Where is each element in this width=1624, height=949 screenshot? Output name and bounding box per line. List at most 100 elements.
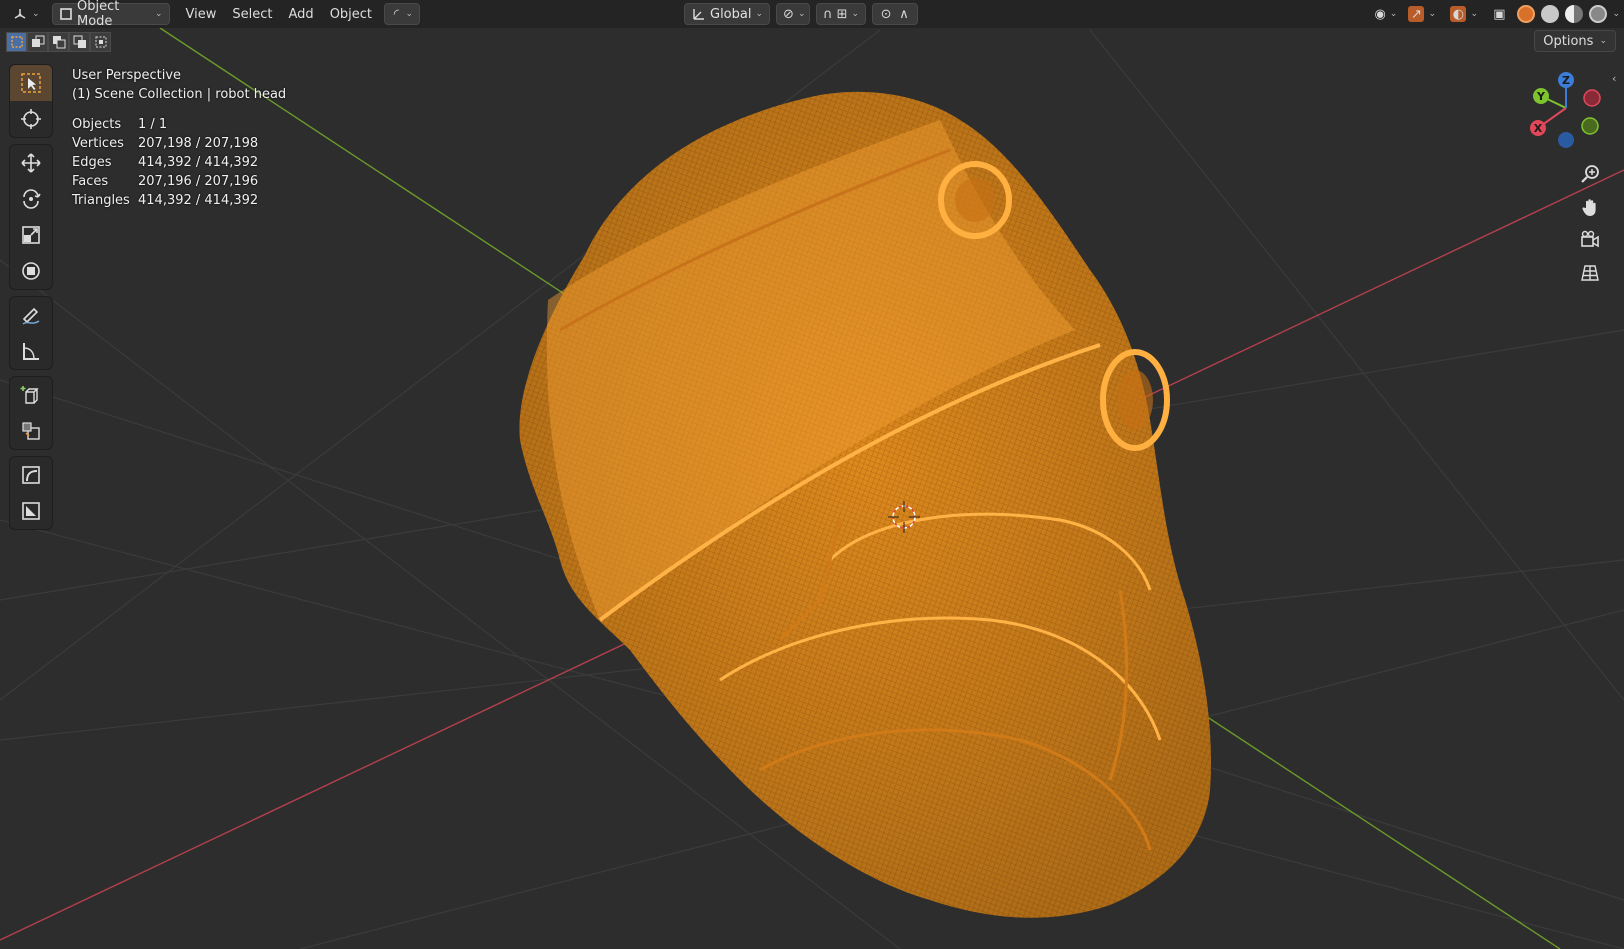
add-object-icon [22, 422, 40, 440]
add-object-tool[interactable] [10, 413, 52, 449]
stat-value: 207,198 / 207,198 [138, 136, 259, 151]
chevron-down-icon: ⌄ [1389, 9, 1398, 19]
snap-increment-icon[interactable]: ⊞ [837, 6, 848, 22]
selection-mode-group [6, 31, 111, 53]
pivot-point-selector[interactable]: ⊘ ⌄ [776, 3, 811, 25]
transform-tool[interactable] [10, 253, 52, 289]
chevron-down-icon: ⌄ [1428, 9, 1436, 19]
perspective-toggle-button[interactable] [1576, 259, 1604, 287]
tool-group-select [9, 64, 53, 138]
rendered-shading-icon[interactable] [1589, 5, 1608, 23]
mode-selector[interactable]: Object Mode ⌄ [51, 0, 170, 29]
neg-x-axis-ball[interactable] [1583, 89, 1601, 107]
collection-line: (1) Scene Collection | robot head [72, 87, 287, 102]
transform-icon [22, 262, 40, 280]
navigation-gizmo[interactable]: Y Z X [1526, 68, 1606, 148]
3d-viewport[interactable]: ⌄ Object Mode ⌄ View Select Add Object ◜… [0, 0, 1624, 949]
view3d-icon [12, 6, 28, 22]
select-box-icon [21, 73, 41, 93]
curve-icon: ◜ [393, 6, 399, 22]
y-axis-label: Y [1536, 90, 1546, 103]
annotate-tool[interactable] [10, 297, 52, 333]
visibility-menu[interactable]: ◉ ⌄ [1368, 3, 1402, 25]
select-intersect-mode[interactable] [90, 32, 111, 52]
menu-add[interactable]: Add [281, 3, 322, 25]
zoom-button[interactable] [1576, 160, 1604, 188]
menu-object[interactable]: Object [322, 3, 380, 25]
move-icon [21, 153, 41, 173]
snap-magnet-icon[interactable]: ∩ [823, 6, 833, 22]
select-new-mode[interactable] [6, 32, 27, 52]
gizmo-toggle[interactable]: ↗ ⌄ [1402, 3, 1444, 25]
material-shading-icon[interactable] [1565, 5, 1584, 23]
stat-label: Vertices [72, 136, 124, 151]
camera-view-button[interactable] [1576, 226, 1604, 254]
options-dropdown[interactable]: Options ⌄ [1534, 30, 1616, 52]
cursor-icon [21, 109, 41, 129]
falloff-curve-icon[interactable]: ∧ [897, 6, 911, 22]
menu-select[interactable]: Select [224, 3, 280, 25]
chevron-down-icon: ⌄ [155, 9, 163, 19]
solid-shading-icon[interactable] [1541, 5, 1560, 23]
transform-orientation-selector[interactable]: Global ⌄ [684, 3, 771, 25]
select-box-tool[interactable] [10, 65, 52, 101]
wireframe-shading-icon[interactable] [1517, 5, 1536, 23]
chevron-down-icon: ⌄ [32, 9, 40, 19]
stat-label: Edges [72, 155, 112, 170]
stat-value: 414,392 / 414,392 [138, 193, 259, 208]
rotate-tool[interactable] [10, 181, 52, 217]
camera-icon [1581, 230, 1599, 248]
stat-label: Triangles [72, 193, 130, 208]
viewport-header: ⌄ Object Mode ⌄ View Select Add Object ◜… [0, 0, 1624, 29]
neg-y-axis-ball[interactable] [1581, 117, 1599, 135]
z-axis-label: Z [1562, 74, 1570, 87]
proportional-edit-group[interactable]: ⊙ ∧ [872, 3, 919, 25]
ruler-icon [23, 343, 39, 360]
mode-label: Object Mode [77, 0, 120, 29]
move-tool[interactable] [10, 145, 52, 181]
chevron-down-icon: ⌄ [851, 9, 860, 19]
pan-button[interactable] [1576, 193, 1604, 221]
shear-icon [22, 466, 40, 484]
overlays-toggle[interactable]: ◐ ⌄ [1444, 3, 1486, 25]
neg-z-axis-ball[interactable] [1558, 132, 1574, 148]
select-invert-mode[interactable] [69, 32, 90, 52]
orientation-icon [691, 6, 706, 22]
chevron-down-icon: ⌄ [797, 9, 806, 19]
stat-value: 207,196 / 207,196 [138, 174, 259, 189]
tool-group-annotate [9, 296, 53, 370]
stat-label: Objects [72, 117, 122, 132]
hand-icon [1582, 199, 1596, 216]
chevron-down-icon: ⌄ [755, 9, 764, 19]
snap-group[interactable]: ∩ ⊞ ⌄ [816, 3, 867, 25]
select-subtract-mode[interactable] [48, 32, 69, 52]
stat-value: 1 / 1 [138, 117, 168, 132]
xray-toggle[interactable]: ▣ [1486, 3, 1512, 25]
tool-group-transform [9, 144, 53, 290]
gizmo-icon: ↗ [1408, 6, 1425, 22]
proportional-edit-icon[interactable]: ⊙ [879, 6, 893, 22]
quad-icon [22, 502, 40, 520]
gpencil-menu[interactable]: ◜ ⌄ [384, 3, 421, 25]
menu-view[interactable]: View [178, 3, 225, 25]
pivot-icon: ⊘ [783, 6, 794, 22]
select-extend-mode[interactable] [27, 32, 48, 52]
editor-type-menu[interactable]: ⌄ [6, 3, 46, 25]
overlays-icon: ◐ [1450, 6, 1467, 22]
robot-head-mesh [519, 91, 1211, 918]
stat-value: 414,392 / 414,392 [138, 155, 259, 170]
options-label: Options [1543, 33, 1594, 49]
eye-icon: ◉ [1374, 6, 1386, 22]
measure-tool[interactable] [10, 333, 52, 369]
quad-tool[interactable] [10, 493, 52, 529]
shading-modes[interactable]: ⌄ [1512, 3, 1624, 25]
add-cube-tool[interactable] [10, 377, 52, 413]
cursor-tool[interactable] [10, 101, 52, 137]
scale-tool[interactable] [10, 217, 52, 253]
sidebar-toggle-arrow[interactable]: ‹ [1612, 72, 1622, 86]
view-name: User Perspective [72, 68, 182, 83]
shear-tool[interactable] [10, 457, 52, 493]
scale-icon [22, 226, 40, 244]
pencil-icon [22, 307, 40, 325]
add-cube-icon [20, 386, 39, 404]
